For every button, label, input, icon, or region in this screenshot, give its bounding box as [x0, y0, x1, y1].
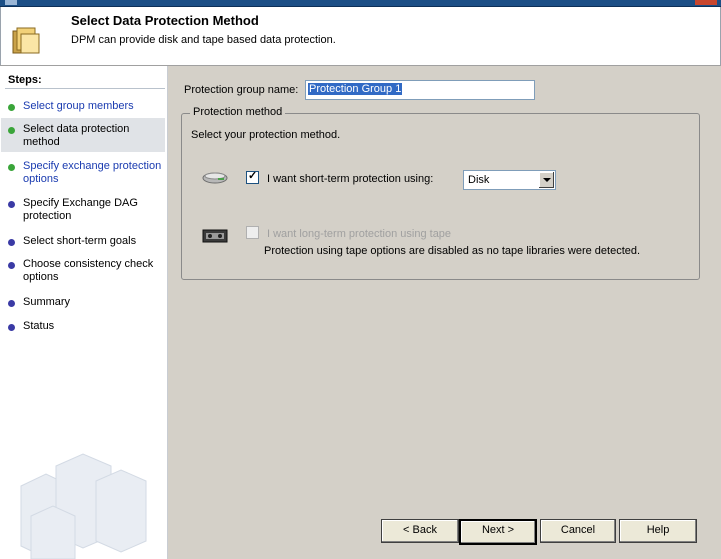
- pending-bullet-icon: [8, 239, 15, 246]
- step-choose-consistency-check-options: Choose consistency check options: [1, 258, 165, 284]
- long-term-label: I want long-term protection using tape: [267, 228, 452, 240]
- step-select-short-term-goals: Select short-term goals: [1, 235, 165, 248]
- short-term-media-value: Disk: [468, 174, 490, 186]
- pending-bullet-icon: [8, 300, 15, 307]
- step-select-data-protection-method: Select data protection method: [1, 118, 165, 152]
- step-label: Specify Exchange DAG protection: [23, 197, 138, 222]
- steps-heading: Steps:: [8, 74, 42, 86]
- cancel-button[interactable]: Cancel: [540, 519, 616, 543]
- step-label: Select data protection method: [23, 123, 130, 148]
- wizard-header: Select Data Protection Method DPM can pr…: [0, 7, 721, 65]
- protection-method-groupbox: Protection method Select your protection…: [181, 106, 700, 280]
- help-button[interactable]: Help: [619, 519, 697, 543]
- step-label: Choose consistency check options: [23, 258, 154, 283]
- groupbox-legend: Protection method: [190, 106, 286, 118]
- step-summary: Summary: [1, 296, 165, 309]
- folder-shield-icon: [12, 27, 40, 54]
- step-label: Status: [23, 320, 55, 332]
- pending-bullet-icon: [8, 324, 15, 331]
- short-term-label: I want short-term protection using:: [267, 173, 434, 185]
- step-specify-exchange-dag-protection: Specify Exchange DAG protection: [1, 197, 165, 223]
- pending-bullet-icon: [8, 201, 15, 208]
- step-label: Summary: [23, 296, 71, 308]
- back-button[interactable]: < Back: [381, 519, 459, 543]
- tape-disabled-note: Protection using tape options are disabl…: [264, 245, 641, 257]
- pending-bullet-icon: [8, 262, 15, 269]
- current-bullet-icon: [8, 127, 15, 134]
- steps-sidebar: Steps: Select group members Select data …: [1, 66, 168, 559]
- next-button[interactable]: Next >: [459, 519, 537, 545]
- tape-cartridge-icon: [202, 229, 228, 243]
- window-system-icon[interactable]: [5, 0, 17, 5]
- step-label: Select short-term goals: [23, 235, 137, 247]
- page-title: Select Data Protection Method: [71, 13, 259, 28]
- page-description: DPM can provide disk and tape based data…: [71, 34, 336, 46]
- method-intro-text: Select your protection method.: [191, 129, 341, 141]
- completed-bullet-icon: [8, 164, 15, 171]
- step-select-group-members[interactable]: Select group members: [1, 100, 165, 113]
- server-watermark-icon: [20, 453, 147, 559]
- step-label[interactable]: Specify exchange protection options: [23, 160, 163, 186]
- group-name-label: Protection group name:: [184, 84, 299, 96]
- short-term-media-select[interactable]: Disk: [463, 170, 556, 190]
- step-label[interactable]: Select group members: [23, 100, 163, 113]
- short-term-checkbox[interactable]: [246, 169, 259, 184]
- close-window-button[interactable]: [695, 0, 717, 5]
- window-titlebar: [0, 0, 721, 7]
- group-name-input[interactable]: Protection Group 1: [305, 80, 535, 100]
- chevron-down-icon[interactable]: [538, 172, 554, 188]
- long-term-checkbox: [246, 226, 259, 239]
- disk-drive-icon: [202, 172, 228, 184]
- step-status: Status: [1, 320, 165, 333]
- completed-bullet-icon: [8, 104, 15, 111]
- steps-divider: [5, 88, 165, 89]
- step-specify-exchange-protection-options[interactable]: Specify exchange protection options: [1, 160, 165, 186]
- wizard-content: Protection group name: Protection Group …: [168, 66, 721, 559]
- group-name-value[interactable]: Protection Group 1: [308, 83, 403, 95]
